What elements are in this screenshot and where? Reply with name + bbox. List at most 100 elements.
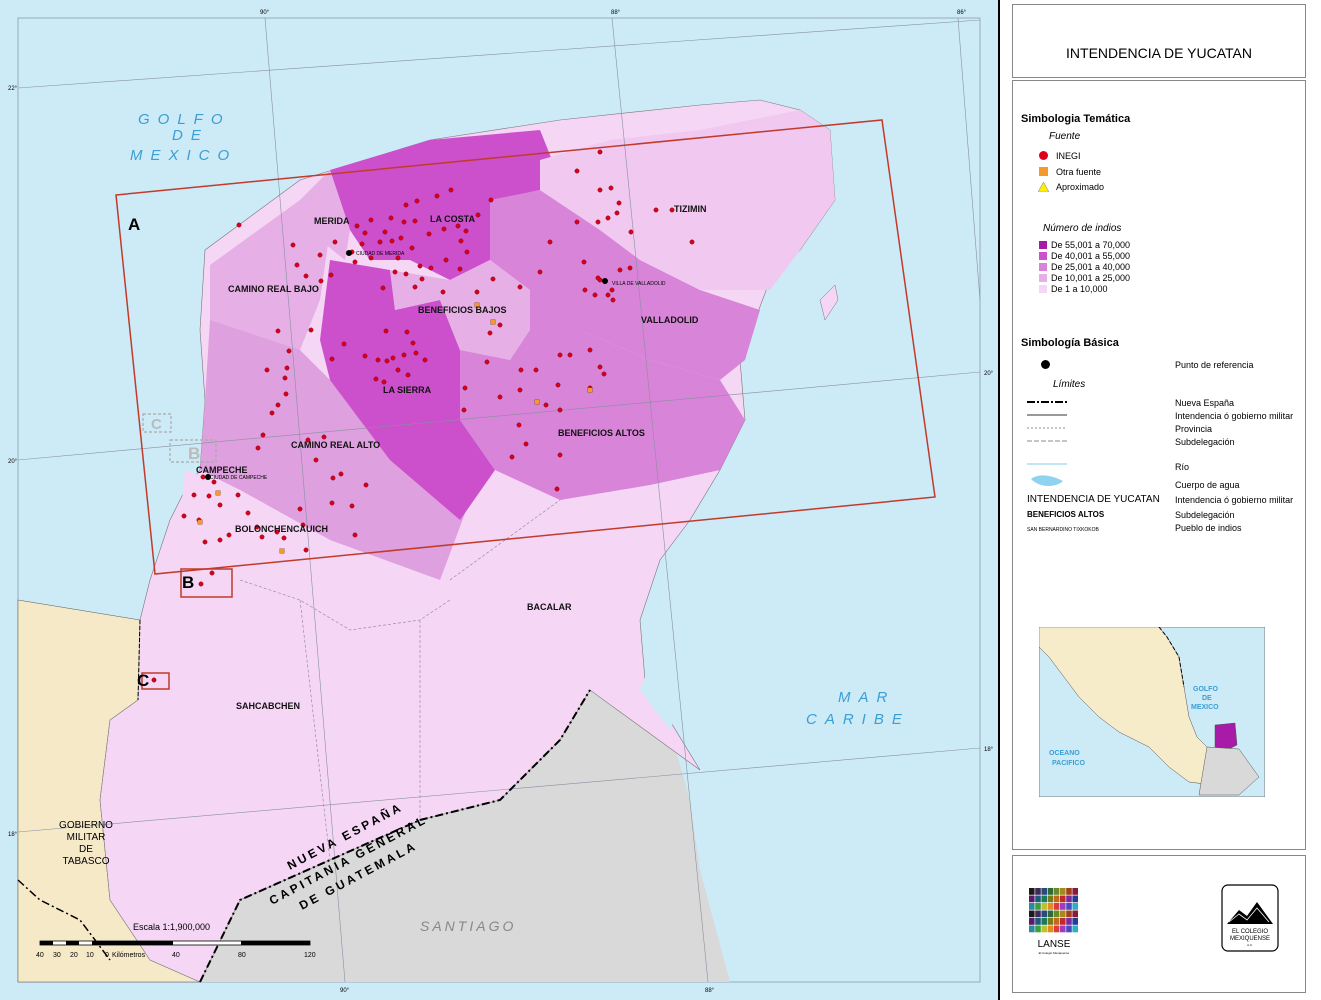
- pueblo-dot-inegi: [574, 219, 580, 225]
- pueblo-dot-inegi: [462, 385, 468, 391]
- limite-nueva-espana: Nueva España: [1175, 398, 1235, 408]
- pueblo-dot-inegi: [284, 365, 290, 371]
- scale-tick-30: 30: [53, 952, 61, 959]
- pueblo-dot-inegi: [392, 269, 398, 275]
- santiago-label: SANTIAGO: [420, 918, 516, 934]
- tabasco-label-1: GOBIERNO: [59, 820, 113, 831]
- pueblo-dot-inegi: [282, 375, 288, 381]
- indios-item-5: De 1 a 10,000: [1051, 284, 1108, 294]
- pueblo-dot-inegi: [200, 474, 206, 480]
- pueblo-dot-inegi: [608, 185, 614, 191]
- scale-tick-10: 10: [86, 952, 94, 959]
- pueblo-dot-inegi: [308, 327, 314, 333]
- inset-golfo-3: MEXICO: [1191, 704, 1219, 711]
- sea-golfo-3: MEXICO: [130, 147, 237, 164]
- indios-item-2: De 40,001 a 55,000: [1051, 251, 1131, 261]
- region-label-la-sierra: LA SIERRA: [383, 385, 432, 395]
- scale-tick-20: 20: [70, 952, 78, 959]
- pueblo-dot-inegi: [582, 287, 588, 293]
- pueblo-dot-inegi: [151, 677, 157, 683]
- pueblo-dot-inegi: [332, 239, 338, 245]
- pueblo-dot-inegi: [398, 235, 404, 241]
- pueblo-dot-inegi: [290, 242, 296, 248]
- indios-swatch-4: [1039, 274, 1047, 282]
- pueblo-dot-inegi: [461, 407, 467, 413]
- pueblo-dot-inegi: [330, 475, 336, 481]
- pueblo-dot-inegi: [382, 229, 388, 235]
- lon-label-88-bottom: 88°: [705, 988, 715, 994]
- pueblo-dot-inegi: [303, 273, 309, 279]
- pueblo-dot-inegi: [567, 352, 573, 358]
- pueblo-dot-inegi: [375, 357, 381, 363]
- region-label-beneficios-bajos: BENEFICIOS BAJOS: [418, 305, 507, 315]
- pueblo-dot-inegi: [217, 502, 223, 508]
- pueblo-dot-otra-fuente: [534, 399, 540, 405]
- pueblo-dot-inegi: [297, 506, 303, 512]
- sample-subdelegacion: BENEFICIOS ALTOS: [1027, 510, 1105, 519]
- legend-panel: INTENDENCIA DE YUCATAN Simbologia Temáti…: [1000, 0, 1321, 1000]
- scale-title: Escala 1:1,900,000: [133, 922, 210, 932]
- pueblo-dot-inegi: [475, 212, 481, 218]
- pueblo-dot-inegi: [338, 471, 344, 477]
- pueblo-dot-inegi: [209, 570, 215, 576]
- pueblo-dot-inegi: [601, 371, 607, 377]
- inset-oceano-1: OCEANO: [1049, 750, 1080, 757]
- pueblo-dot-inegi: [401, 352, 407, 358]
- pueblo-dot-inegi: [616, 200, 622, 206]
- pueblo-dot-inegi: [405, 372, 411, 378]
- pueblo-dot-inegi: [537, 269, 543, 275]
- pueblo-dot-inegi: [245, 510, 251, 516]
- lon-label-88-top: 88°: [611, 10, 621, 16]
- pueblo-dot-inegi: [363, 482, 369, 488]
- indios-swatch-3: [1039, 263, 1047, 271]
- pueblo-dot-inegi: [441, 226, 447, 232]
- pueblo-dot-inegi: [226, 532, 232, 538]
- pueblo-dot-inegi: [275, 328, 281, 334]
- scale-tick-80: 80: [238, 952, 246, 959]
- pueblo-dot-inegi: [543, 402, 549, 408]
- pueblo-dot-inegi: [517, 284, 523, 290]
- pueblo-dot-inegi: [275, 402, 281, 408]
- pueblo-dot-inegi: [595, 219, 601, 225]
- pueblo-dot-inegi: [497, 394, 503, 400]
- region-label-tizimin: TIZIMIN: [674, 204, 707, 214]
- pueblo-dot-inegi: [328, 272, 334, 278]
- aproximado-icon: [1038, 182, 1049, 192]
- inset-golfo-1: GOLFO: [1193, 686, 1218, 693]
- pueblo-dot-inegi: [403, 202, 409, 208]
- pueblo-dot-inegi: [628, 229, 634, 235]
- indios-swatch-1: [1039, 241, 1047, 249]
- scale-tick-40b: 40: [172, 952, 180, 959]
- pueblo-dot-inegi: [255, 445, 261, 451]
- indios-swatch-2: [1039, 252, 1047, 260]
- pueblo-dot-inegi: [404, 329, 410, 335]
- limite-subdelegacion: Subdelegación: [1175, 437, 1235, 447]
- indios-item-4: De 10,001 a 25,000: [1051, 273, 1131, 283]
- pueblo-dot-inegi: [464, 249, 470, 255]
- sample-pueblo-desc: Pueblo de indios: [1175, 523, 1242, 533]
- pueblo-dot-inegi: [191, 492, 197, 498]
- indios-label: Número de indios: [1043, 223, 1122, 234]
- pueblo-dot-inegi: [555, 382, 561, 388]
- pueblo-dot-inegi: [235, 492, 241, 498]
- pueblo-dot-inegi: [373, 376, 379, 382]
- tabasco-label-4: TABASCO: [62, 856, 109, 867]
- region-label-sahcabchen: SAHCABCHEN: [236, 701, 300, 711]
- pueblo-dot-inegi: [317, 252, 323, 258]
- colegio-logo-subtext: A.C.: [1247, 943, 1253, 947]
- pueblo-dot-inegi: [595, 275, 601, 281]
- pueblo-dot-inegi: [627, 265, 633, 271]
- scale-tick-40a: 40: [36, 952, 44, 959]
- pueblo-dot-inegi: [417, 263, 423, 269]
- pueblo-dot-inegi: [236, 222, 242, 228]
- region-label-valladolid: VALLADOLID: [641, 315, 699, 325]
- pueblo-dot-inegi: [412, 284, 418, 290]
- pueblo-dot-inegi: [349, 503, 355, 509]
- pueblo-dot-inegi: [269, 410, 275, 416]
- pueblo-dot-inegi: [412, 218, 418, 224]
- otra-fuente-icon: [1039, 167, 1048, 176]
- pueblo-dot-otra-fuente: [215, 490, 221, 496]
- pueblo-dot-inegi: [410, 340, 416, 346]
- legend-box: Simbologia Temática Fuente INEGI Otra fu…: [1012, 80, 1306, 850]
- lat-label-20-right: 20°: [984, 371, 994, 377]
